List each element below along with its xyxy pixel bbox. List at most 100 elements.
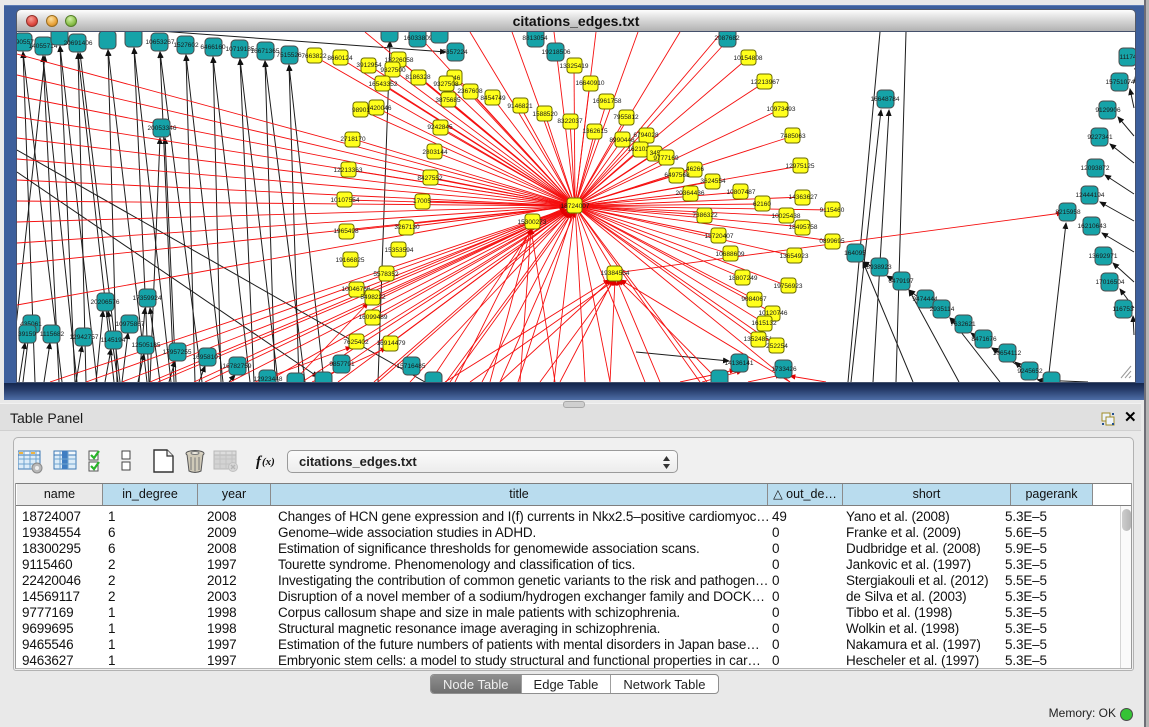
svg-text:1362615: 1362615	[582, 128, 608, 135]
svg-text:98901: 98901	[352, 107, 370, 114]
svg-text:9227341: 9227341	[1087, 134, 1113, 141]
svg-text:8215958: 8215958	[1055, 209, 1081, 216]
svg-text:16958107: 16958107	[193, 354, 222, 361]
svg-text:18495758: 18495758	[789, 224, 818, 231]
svg-text:9857791: 9857791	[329, 361, 355, 368]
svg-text:1527602: 1527602	[173, 42, 199, 49]
svg-text:8813054: 8813054	[522, 35, 548, 42]
svg-text:7515526: 7515526	[276, 52, 302, 59]
svg-text:8660124: 8660124	[327, 55, 353, 62]
svg-text:17005: 17005	[413, 198, 431, 205]
svg-text:12942757: 12942757	[70, 334, 99, 341]
svg-text:(x): (x)	[262, 456, 275, 468]
svg-text:8471676: 8471676	[971, 336, 997, 343]
svg-text:10654112: 10654112	[993, 350, 1022, 357]
svg-text:19166825: 19166825	[336, 257, 365, 264]
svg-text:9115460: 9115460	[820, 207, 845, 214]
svg-text:14136141: 14136141	[725, 360, 754, 367]
svg-text:10975867: 10975867	[116, 321, 145, 328]
svg-text:16648784: 16648784	[871, 96, 900, 103]
svg-text:10154808: 10154808	[734, 55, 763, 62]
svg-text:7485063: 7485063	[780, 133, 806, 140]
svg-text:9242845: 9242845	[427, 124, 453, 131]
svg-text:12505185: 12505185	[132, 342, 161, 349]
svg-text:1965498: 1965498	[333, 228, 359, 235]
svg-text:3267130: 3267130	[394, 224, 420, 231]
svg-text:1145194: 1145194	[101, 337, 126, 344]
svg-text:10973493: 10973493	[767, 106, 796, 113]
svg-text:12213967: 12213967	[751, 79, 780, 86]
svg-text:13692971: 13692971	[1089, 253, 1118, 260]
svg-text:16543352: 16543352	[369, 81, 398, 88]
svg-text:20053346: 20053346	[148, 125, 177, 132]
svg-text:2803144: 2803144	[422, 149, 448, 156]
svg-text:18807249: 18807249	[729, 275, 758, 282]
svg-text:7625402: 7625402	[343, 339, 369, 346]
svg-text:39159: 39159	[18, 331, 36, 338]
svg-text:13654923: 13654923	[780, 253, 809, 260]
svg-text:16914479: 16914479	[377, 340, 406, 347]
svg-text:7357224: 7357224	[442, 49, 468, 56]
svg-text:5498222: 5498222	[360, 294, 386, 301]
svg-text:12213363: 12213363	[334, 167, 363, 174]
svg-text:10025438: 10025438	[772, 213, 801, 220]
svg-text:19756923: 19756923	[774, 283, 803, 290]
svg-text:16640910: 16640910	[576, 80, 605, 87]
svg-text:15751074: 15751074	[1106, 79, 1135, 86]
svg-text:16961758: 16961758	[593, 98, 622, 105]
svg-text:3912954: 3912954	[356, 62, 382, 69]
svg-text:12975125: 12975125	[786, 163, 815, 170]
svg-text:10807487: 10807487	[727, 189, 756, 196]
svg-text:14363627: 14363627	[789, 194, 818, 201]
svg-text:2367608: 2367608	[457, 88, 483, 95]
svg-text:8938923: 8938923	[866, 264, 892, 271]
svg-text:15716485: 15716485	[397, 363, 426, 370]
svg-text:6479197: 6479197	[888, 278, 914, 285]
svg-text:9327500: 9327500	[380, 67, 406, 74]
svg-text:20206576: 20206576	[91, 299, 120, 306]
svg-text:7632621: 7632621	[950, 321, 976, 328]
svg-text:17359924: 17359924	[133, 295, 162, 302]
svg-text:1588520: 1588520	[532, 111, 558, 118]
svg-text:2718170: 2718170	[340, 136, 366, 143]
svg-text:13325419: 13325419	[560, 63, 589, 70]
svg-text:2935114: 2935114	[930, 306, 955, 313]
svg-text:12923448: 12923448	[254, 376, 283, 382]
svg-text:16099489: 16099489	[359, 314, 388, 321]
svg-text:164095: 164095	[844, 250, 866, 257]
svg-text:62160: 62160	[753, 201, 771, 208]
svg-text:1733426: 1733426	[771, 366, 797, 373]
svg-text:12093872: 12093872	[1081, 165, 1110, 172]
svg-text:20691406: 20691406	[64, 40, 93, 47]
svg-text:0899695: 0899695	[819, 238, 845, 245]
svg-text:16210643: 16210643	[1078, 223, 1107, 230]
svg-text:5578352: 5578352	[373, 271, 399, 278]
svg-text:15720407: 15720407	[705, 233, 734, 240]
svg-text:10653267: 10653267	[146, 39, 175, 46]
svg-text:9084067: 9084067	[741, 296, 767, 303]
svg-text:8990448: 8990448	[609, 137, 635, 144]
svg-text:10107554: 10107554	[331, 197, 360, 204]
svg-text:1615132: 1615132	[751, 320, 777, 327]
svg-text:16782759: 16782759	[223, 363, 252, 370]
svg-text:6497568: 6497568	[664, 172, 690, 179]
svg-text:8322037: 8322037	[557, 118, 583, 125]
svg-text:15353594: 15353594	[385, 247, 414, 254]
svg-text:2087682: 2087682	[714, 35, 740, 42]
svg-text:7955812: 7955812	[613, 114, 639, 121]
svg-text:8186328: 8186328	[405, 74, 431, 81]
svg-text:9777169: 9777169	[653, 155, 679, 162]
svg-text:20364436: 20364436	[676, 190, 705, 197]
svg-text:6466160: 6466160	[200, 44, 226, 51]
svg-text:11174: 11174	[1119, 54, 1135, 61]
svg-text:6794028: 6794028	[633, 132, 659, 139]
svg-text:8427552: 8427552	[417, 175, 443, 182]
svg-text:252254: 252254	[766, 343, 788, 350]
svg-text:9146821: 9146821	[507, 103, 533, 110]
svg-text:15300273: 15300273	[518, 219, 547, 226]
svg-text:7663822: 7663822	[301, 53, 327, 60]
svg-text:1115682: 1115682	[40, 331, 65, 338]
svg-text:19218506: 19218506	[542, 49, 571, 56]
svg-text:8454749: 8454749	[480, 95, 506, 102]
svg-text:7386322: 7386322	[692, 212, 718, 219]
